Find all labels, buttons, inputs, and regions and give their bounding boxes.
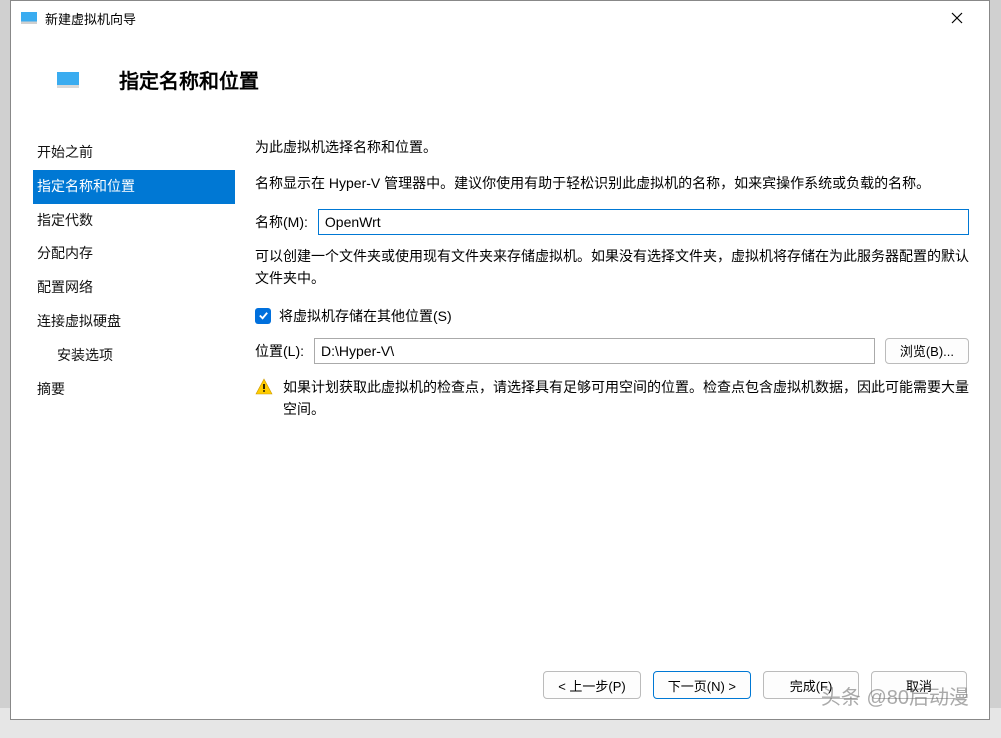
wizard-window: 新建虚拟机向导 指定名称和位置 开始之前 指定名称和位置 指定代数 分配内存 配… <box>10 0 990 720</box>
sidebar-item-before-begin[interactable]: 开始之前 <box>33 136 235 170</box>
store-other-location-row: 将虚拟机存储在其他位置(S) <box>255 306 969 326</box>
browse-button[interactable]: 浏览(B)... <box>885 338 969 364</box>
location-row: 位置(L): 浏览(B)... <box>255 338 969 364</box>
sidebar-item-vhd[interactable]: 连接虚拟硬盘 <box>33 305 235 339</box>
window-title: 新建虚拟机向导 <box>45 9 935 28</box>
next-button[interactable]: 下一页(N) > <box>653 671 751 699</box>
desc-folder-hint: 可以创建一个文件夹或使用现有文件夹来存储虚拟机。如果没有选择文件夹，虚拟机将存储… <box>255 245 969 290</box>
name-row: 名称(M): <box>255 209 969 235</box>
close-icon[interactable] <box>935 4 979 32</box>
sidebar-item-network[interactable]: 配置网络 <box>33 271 235 305</box>
desc-name-hint: 名称显示在 Hyper-V 管理器中。建议你使用有助于轻松识别此虚拟机的名称，如… <box>255 172 969 194</box>
titlebar: 新建虚拟机向导 <box>11 1 989 35</box>
app-icon <box>21 12 37 24</box>
warning-row: 如果计划获取此虚拟机的检查点，请选择具有足够可用空间的位置。检查点包含虚拟机数据… <box>255 376 969 421</box>
sidebar-item-generation[interactable]: 指定代数 <box>33 204 235 238</box>
wizard-footer: < 上一步(P) 下一页(N) > 完成(F) 取消 <box>11 657 989 719</box>
finish-button[interactable]: 完成(F) <box>763 671 859 699</box>
store-other-location-label: 将虚拟机存储在其他位置(S) <box>279 306 452 326</box>
wizard-main-panel: 为此虚拟机选择名称和位置。 名称显示在 Hyper-V 管理器中。建议你使用有助… <box>235 118 989 657</box>
monitor-icon <box>57 72 79 88</box>
wizard-header: 指定名称和位置 <box>11 35 989 118</box>
cancel-button[interactable]: 取消 <box>871 671 967 699</box>
page-title: 指定名称和位置 <box>119 65 259 94</box>
sidebar-item-memory[interactable]: 分配内存 <box>33 237 235 271</box>
sidebar-item-summary[interactable]: 摘要 <box>33 373 235 407</box>
name-label: 名称(M): <box>255 212 308 232</box>
wizard-body: 开始之前 指定名称和位置 指定代数 分配内存 配置网络 连接虚拟硬盘 安装选项 … <box>11 118 989 657</box>
sidebar-item-install-options[interactable]: 安装选项 <box>33 339 235 373</box>
location-label: 位置(L): <box>255 341 304 361</box>
sidebar-item-name-location[interactable]: 指定名称和位置 <box>33 170 235 204</box>
name-input[interactable] <box>318 209 969 235</box>
desc-choose-name: 为此虚拟机选择名称和位置。 <box>255 136 969 158</box>
warning-text: 如果计划获取此虚拟机的检查点，请选择具有足够可用空间的位置。检查点包含虚拟机数据… <box>283 376 969 421</box>
wizard-steps-sidebar: 开始之前 指定名称和位置 指定代数 分配内存 配置网络 连接虚拟硬盘 安装选项 … <box>11 118 235 657</box>
location-input[interactable] <box>314 338 875 364</box>
warning-icon <box>255 378 273 396</box>
previous-button[interactable]: < 上一步(P) <box>543 671 641 699</box>
store-other-location-checkbox[interactable] <box>255 308 271 324</box>
